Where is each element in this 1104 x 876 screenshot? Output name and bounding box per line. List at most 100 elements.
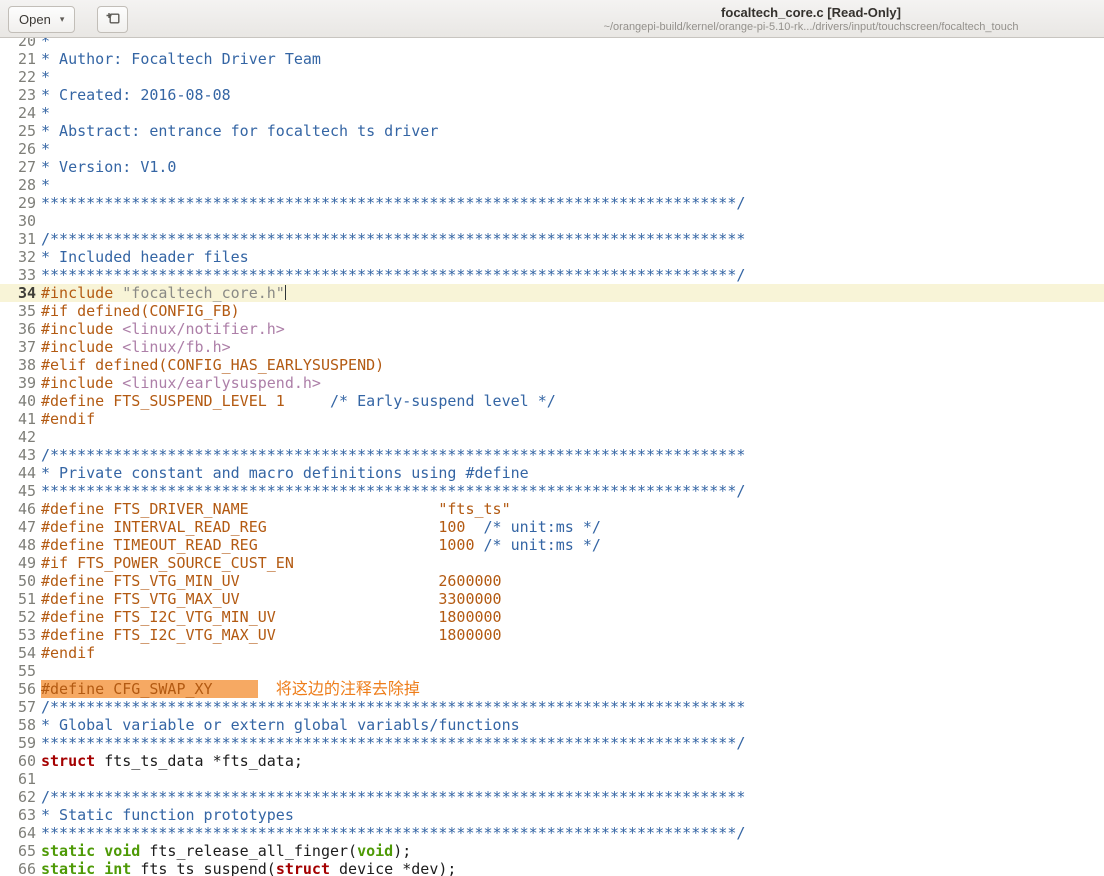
code-token: * Abstract: entrance for focaltech ts dr… xyxy=(41,122,439,140)
line-number: 32 xyxy=(17,248,36,266)
code-token: #define FTS_I2C_VTG_MAX_UV 1800000 xyxy=(41,626,502,644)
line-number: 43 xyxy=(17,446,36,464)
code-line-45[interactable]: 45 **************************************… xyxy=(0,482,1104,500)
editor[interactable]: 20 * 21 * Author: Focaltech Driver Team 22 * 2… xyxy=(0,38,1104,876)
code-line-61[interactable]: 61 xyxy=(0,770,1104,788)
line-number: 53 xyxy=(17,626,36,644)
line-number: 46 xyxy=(17,500,36,518)
line-number: 37 xyxy=(17,338,36,356)
code-line-56[interactable]: 56 #define CFG_SWAP_XY 将这边的注释去除掉 xyxy=(0,680,1104,698)
code-text: * xyxy=(36,38,50,50)
code-line-55[interactable]: 55 xyxy=(0,662,1104,680)
code-token: ****************************************… xyxy=(41,482,746,500)
code-token: #include xyxy=(41,284,123,302)
code-token: #include xyxy=(41,374,123,392)
code-line-54[interactable]: 54 #endif xyxy=(0,644,1104,662)
code-line-52[interactable]: 52 #define FTS_I2C_VTG_MIN_UV 1800000 xyxy=(0,608,1104,626)
code-line-28[interactable]: 28 * xyxy=(0,176,1104,194)
code-token: #if FTS_POWER_SOURCE_CUST_EN xyxy=(41,554,294,572)
code-text: /***************************************… xyxy=(36,788,745,806)
window-title-box: focaltech_core.c [Read-Only] ~/orangepi-… xyxy=(556,4,1066,34)
code-token: * xyxy=(41,176,51,194)
code-text: static int fts_ts_suspend(struct device … xyxy=(36,860,456,876)
code-line-50[interactable]: 50 #define FTS_VTG_MIN_UV 2600000 xyxy=(0,572,1104,590)
line-number: 48 xyxy=(17,536,36,554)
code-line-59[interactable]: 59 **************************************… xyxy=(0,734,1104,752)
code-line-23[interactable]: 23 * Created: 2016-08-08 xyxy=(0,86,1104,104)
code-line-30[interactable]: 30 xyxy=(0,212,1104,230)
line-number: 66 xyxy=(17,860,36,876)
code-token: * Global variable or extern global varia… xyxy=(41,716,520,734)
code-line-39[interactable]: 39 #include <linux/earlysuspend.h> xyxy=(0,374,1104,392)
code-line-31[interactable]: 31 /*************************************… xyxy=(0,230,1104,248)
code-line-20[interactable]: 20 * xyxy=(0,38,1104,50)
code-line-47[interactable]: 47 #define INTERVAL_READ_REG 100 /* unit:… xyxy=(0,518,1104,536)
code-token: #elif defined(CONFIG_HAS_EARLYSUSPEND) xyxy=(41,356,385,374)
code-line-49[interactable]: 49 #if FTS_POWER_SOURCE_CUST_EN xyxy=(0,554,1104,572)
code-line-66[interactable]: 66 static int fts_ts_suspend(struct devic… xyxy=(0,860,1104,876)
code-line-25[interactable]: 25 * Abstract: entrance for focaltech ts … xyxy=(0,122,1104,140)
line-number: 52 xyxy=(17,608,36,626)
line-number: 25 xyxy=(17,122,36,140)
code-line-42[interactable]: 42 xyxy=(0,428,1104,446)
code-text: #define FTS_I2C_VTG_MIN_UV 1800000 xyxy=(36,608,502,626)
code-line-35[interactable]: 35 #if defined(CONFIG_FB) xyxy=(0,302,1104,320)
code-text: * xyxy=(36,68,50,86)
code-line-63[interactable]: 63 * Static function prototypes xyxy=(0,806,1104,824)
new-tab-icon xyxy=(105,10,121,29)
code-line-21[interactable]: 21 * Author: Focaltech Driver Team xyxy=(0,50,1104,68)
open-button[interactable]: Open ▾ xyxy=(8,6,76,33)
line-number: 35 xyxy=(17,302,36,320)
code-line-53[interactable]: 53 #define FTS_I2C_VTG_MAX_UV 1800000 xyxy=(0,626,1104,644)
line-number: 57 xyxy=(17,698,36,716)
code-text: static void fts_release_all_finger(void)… xyxy=(36,842,411,860)
code-text: * xyxy=(36,104,50,122)
code-line-51[interactable]: 51 #define FTS_VTG_MAX_UV 3300000 xyxy=(0,590,1104,608)
code-token: "focaltech_core.h" xyxy=(122,284,285,302)
code-token: * Included header files xyxy=(41,248,249,266)
code-line-62[interactable]: 62 /*************************************… xyxy=(0,788,1104,806)
code-line-36[interactable]: 36 #include <linux/notifier.h> xyxy=(0,320,1104,338)
code-line-38[interactable]: 38 #elif defined(CONFIG_HAS_EARLYSUSPEND) xyxy=(0,356,1104,374)
code-text: ****************************************… xyxy=(36,266,745,284)
new-tab-button[interactable] xyxy=(97,6,128,33)
code-line-29[interactable]: 29 **************************************… xyxy=(0,194,1104,212)
code-line-44[interactable]: 44 * Private constant and macro definitio… xyxy=(0,464,1104,482)
code-line-43[interactable]: 43 /*************************************… xyxy=(0,446,1104,464)
code-text: #include <linux/earlysuspend.h> xyxy=(36,374,321,392)
code-token: /***************************************… xyxy=(41,446,746,464)
code-line-58[interactable]: 58 * Global variable or extern global var… xyxy=(0,716,1104,734)
window-subtitle: ~/orangepi-build/kernel/orange-pi-5.10-r… xyxy=(603,21,1019,33)
code-line-32[interactable]: 32 * Included header files xyxy=(0,248,1104,266)
code-line-26[interactable]: 26 * xyxy=(0,140,1104,158)
code-line-40[interactable]: 40 #define FTS_SUSPEND_LEVEL 1 /* Early-s… xyxy=(0,392,1104,410)
code-line-60[interactable]: 60 struct fts_ts_data *fts_data; xyxy=(0,752,1104,770)
code-line-34[interactable]: 34 #include "focaltech_core.h" xyxy=(0,284,1104,302)
line-number: 22 xyxy=(17,68,36,86)
line-number: 61 xyxy=(17,770,36,788)
line-number: 30 xyxy=(17,212,36,230)
code-text: #define FTS_DRIVER_NAME "fts_ts" xyxy=(36,500,511,518)
code-line-27[interactable]: 27 * Version: V1.0 xyxy=(0,158,1104,176)
code-line-41[interactable]: 41 #endif xyxy=(0,410,1104,428)
code-line-57[interactable]: 57 /*************************************… xyxy=(0,698,1104,716)
code-line-48[interactable]: 48 #define TIMEOUT_READ_REG 1000 /* unit:… xyxy=(0,536,1104,554)
line-number: 64 xyxy=(17,824,36,842)
code-line-64[interactable]: 64 **************************************… xyxy=(0,824,1104,842)
line-number: 54 xyxy=(17,644,36,662)
code-text: #define CFG_SWAP_XY 将这边的注释去除掉 xyxy=(36,680,420,698)
code-line-24[interactable]: 24 * xyxy=(0,104,1104,122)
code-line-33[interactable]: 33 **************************************… xyxy=(0,266,1104,284)
code-token: #include xyxy=(41,338,123,356)
line-number: 38 xyxy=(17,356,36,374)
code-line-37[interactable]: 37 #include <linux/fb.h> xyxy=(0,338,1104,356)
code-token: void xyxy=(357,842,394,860)
code-line-65[interactable]: 65 static void fts_release_all_finger(voi… xyxy=(0,842,1104,860)
code-line-46[interactable]: 46 #define FTS_DRIVER_NAME "fts_ts" xyxy=(0,500,1104,518)
line-number: 34 xyxy=(17,284,36,302)
code-text: * Global variable or extern global varia… xyxy=(36,716,520,734)
line-number: 26 xyxy=(17,140,36,158)
code-line-22[interactable]: 22 * xyxy=(0,68,1104,86)
